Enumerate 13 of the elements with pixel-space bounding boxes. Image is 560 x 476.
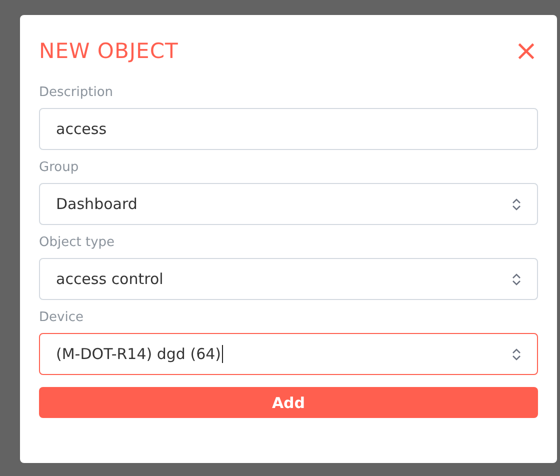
- chevron-icon: [512, 272, 521, 286]
- chevron-icon: [512, 348, 521, 360]
- field-label: Group: [39, 160, 80, 175]
- field-label: Object type: [39, 235, 116, 250]
- select-field[interactable]: access control: [39, 258, 538, 300]
- select-field[interactable]: (M-DOT-R14) dgd (64): [39, 333, 538, 375]
- chevron-icon: [512, 198, 521, 210]
- text-cursor: [222, 345, 224, 363]
- select-field[interactable]: Dashboard: [39, 183, 538, 225]
- input-field[interactable]: access: [39, 108, 538, 150]
- field-label: Device: [39, 310, 84, 325]
- dialog-title: NEW OBJECT: [39, 39, 178, 63]
- field-label: Description: [39, 85, 114, 100]
